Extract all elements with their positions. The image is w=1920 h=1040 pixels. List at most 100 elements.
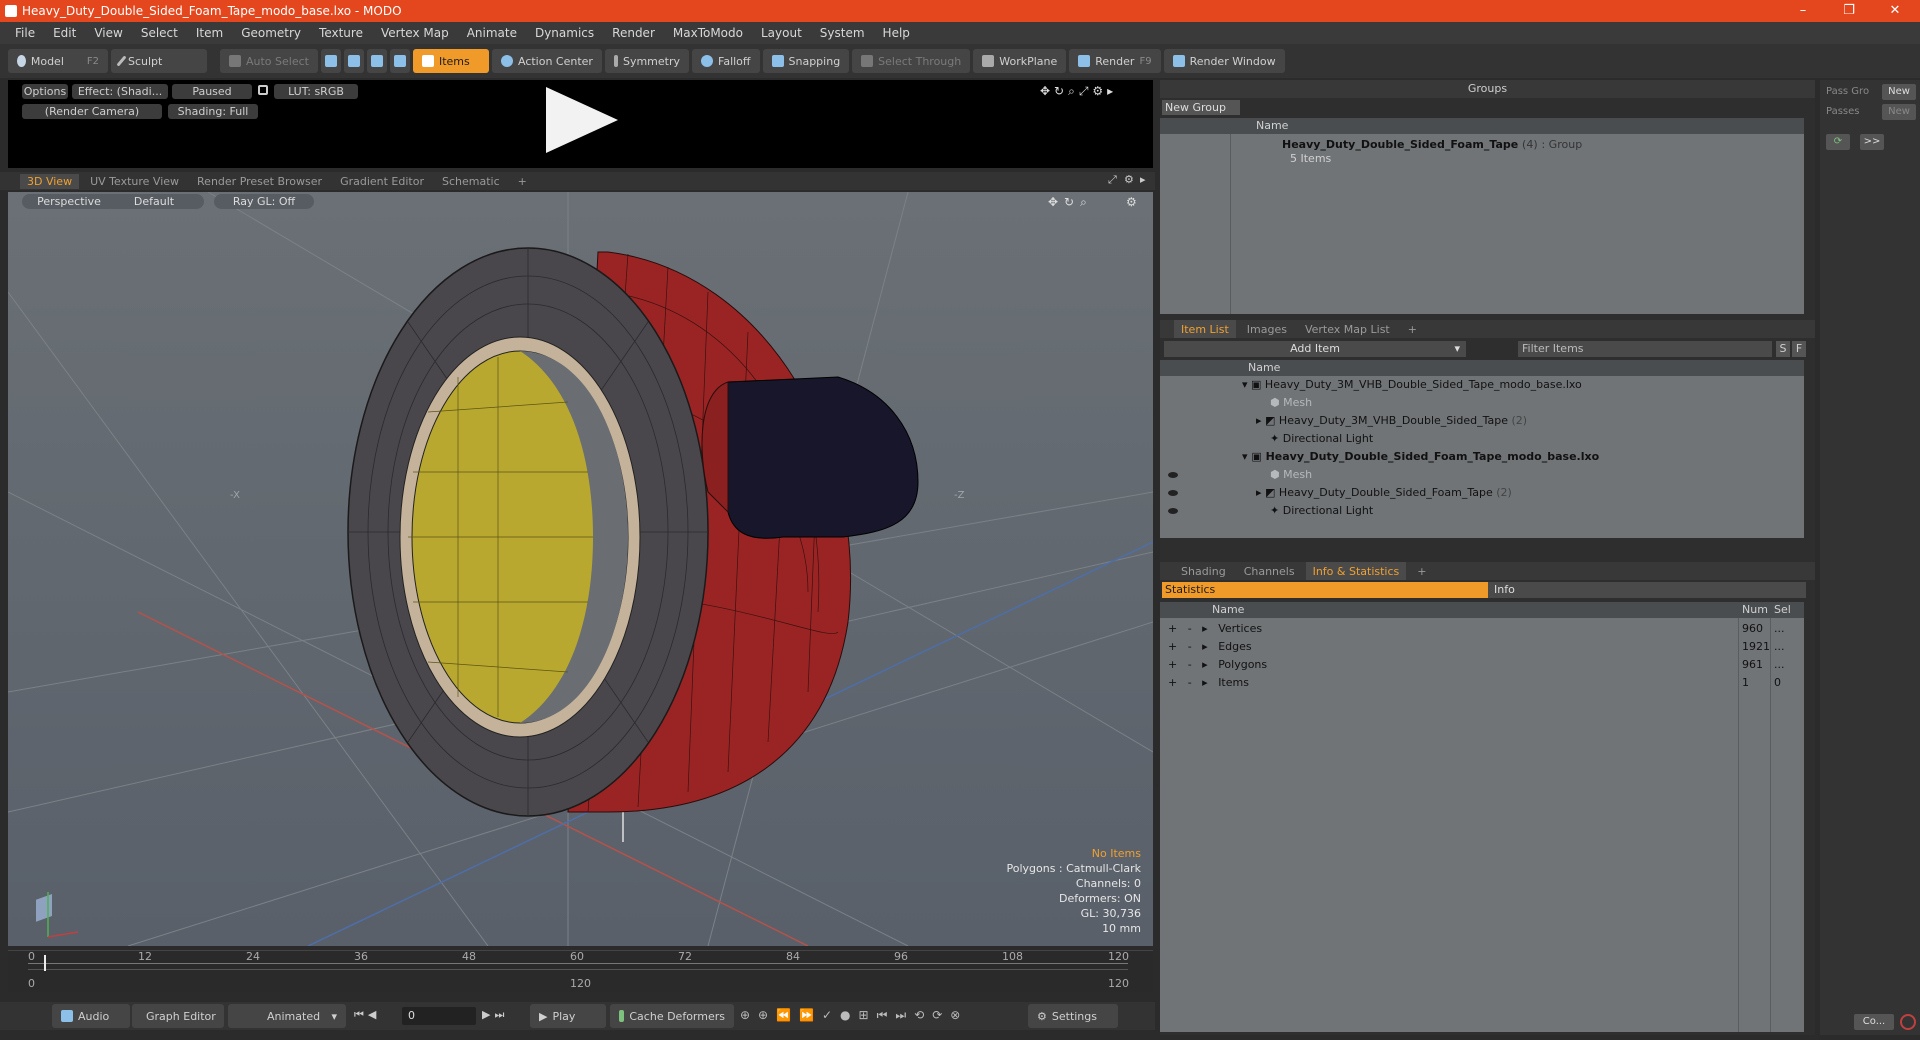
options-button[interactable]: Options — [22, 84, 68, 99]
menu-vertex-map[interactable]: Vertex Map — [381, 26, 449, 40]
restore-button[interactable]: ❐ — [1826, 0, 1872, 22]
shading-dropdown[interactable]: Shading: Full — [168, 104, 258, 119]
tab-render-preset-browser[interactable]: Render Preset Browser — [190, 174, 329, 189]
visibility-eye-icon[interactable] — [1168, 490, 1178, 496]
tab-channels[interactable]: Channels — [1237, 562, 1302, 580]
graph-editor-button[interactable]: Graph Editor — [132, 1004, 224, 1028]
menu-select[interactable]: Select — [141, 26, 178, 40]
menu-dynamics[interactable]: Dynamics — [535, 26, 594, 40]
settings-button[interactable]: ⚙ Settings — [1028, 1004, 1118, 1028]
tape-roll-model[interactable] — [347, 247, 919, 817]
menu-geometry[interactable]: Geometry — [241, 26, 301, 40]
items-mode-button[interactable]: Items — [412, 49, 489, 73]
info-tab[interactable]: Info — [1488, 582, 1806, 598]
menu-maxtomodo[interactable]: MaxToModo — [673, 26, 743, 40]
stats-row-edges[interactable]: + - ▸ Edges 1921... — [1168, 638, 1798, 656]
lock-icon[interactable] — [258, 85, 268, 95]
timeline[interactable]: 0 12 24 36 48 60 72 84 96 108 120 0 120 … — [8, 950, 1153, 992]
tab-vertex-map-list[interactable]: Vertex Map List — [1298, 320, 1397, 338]
refresh-icon[interactable]: ⟳ — [1826, 134, 1850, 150]
menu-render[interactable]: Render — [612, 26, 655, 40]
tab-shading[interactable]: Shading — [1174, 562, 1233, 580]
menu-layout[interactable]: Layout — [761, 26, 802, 40]
maximize-icon[interactable]: ⤢ — [1108, 173, 1117, 187]
list-item-light-2[interactable]: ✦ Directional Light — [1270, 502, 1373, 520]
viewport-nav-icons[interactable]: ✥↻⌕ — [1048, 195, 1093, 210]
expand-button[interactable]: >> — [1860, 134, 1884, 150]
select-materials-button[interactable] — [389, 49, 410, 73]
stop-icon[interactable] — [1900, 1014, 1916, 1030]
record-controls-icons[interactable]: ⊕⊕⏪⏩✓●⊞⏮⏭⟲⟳⊗ — [740, 1008, 968, 1023]
audio-button[interactable]: Audio — [52, 1004, 130, 1028]
symmetry-button[interactable]: Symmetry — [604, 49, 690, 73]
viewport-gear-icon[interactable]: ⚙ — [1126, 195, 1137, 209]
visibility-eye-icon[interactable] — [1168, 508, 1178, 514]
command-input[interactable]: Co... — [1854, 1014, 1894, 1030]
3d-viewport[interactable]: Perspective Default Ray GL: Off ✥↻⌕ ⚙ -X… — [8, 192, 1153, 946]
close-button[interactable]: ✕ — [1872, 0, 1918, 22]
list-item-scene-1[interactable]: ▾ ▣ Heavy_Duty_3M_VHB_Double_Sided_Tape_… — [1242, 376, 1582, 394]
model-mode-button[interactable]: Model F2 — [8, 49, 108, 73]
add-tab-button[interactable]: + — [511, 174, 534, 189]
play-icon[interactable] — [544, 85, 620, 155]
tab-gradient-editor[interactable]: Gradient Editor — [333, 174, 431, 189]
tab-schematic[interactable]: Schematic — [435, 174, 507, 189]
range-end[interactable]: 120 — [1108, 977, 1129, 990]
effect-dropdown[interactable]: Effect: (Shadi... — [72, 84, 168, 99]
select-edges-button[interactable] — [343, 49, 364, 73]
list-item-group-1[interactable]: ▸ ◩ Heavy_Duty_3M_VHB_Double_Sided_Tape … — [1256, 412, 1527, 430]
animated-dropdown[interactable]: Animated ▾ — [228, 1004, 346, 1028]
falloff-button[interactable]: Falloff — [692, 49, 760, 73]
menu-file[interactable]: File — [15, 26, 35, 40]
workplane-button[interactable]: WorkPlane — [973, 49, 1067, 73]
visibility-eye-icon[interactable] — [1168, 472, 1178, 478]
select-polygons-button[interactable] — [366, 49, 387, 73]
range-start[interactable]: 0 — [28, 977, 35, 990]
tab-3d-view[interactable]: 3D View — [20, 173, 80, 189]
list-item-group-2[interactable]: ▸ ◩ Heavy_Duty_Double_Sided_Foam_Tape (2… — [1256, 484, 1512, 502]
minimize-button[interactable]: – — [1780, 0, 1826, 22]
statistics-tab[interactable]: Statistics — [1162, 582, 1488, 598]
add-item-dropdown[interactable]: Add Item ▾ — [1164, 341, 1466, 357]
menu-texture[interactable]: Texture — [319, 26, 363, 40]
tab-uv-texture-view[interactable]: UV Texture View — [83, 174, 186, 189]
menu-help[interactable]: Help — [883, 26, 910, 40]
tab-images[interactable]: Images — [1240, 320, 1294, 338]
preview-nav-icons[interactable]: ✥↻⌕⤢⚙▸ — [1040, 84, 1117, 99]
add-tab-button[interactable]: + — [1401, 320, 1424, 338]
stats-row-polygons[interactable]: + - ▸ Polygons 961... — [1168, 656, 1798, 674]
camera-dropdown[interactable]: (Render Camera) — [22, 104, 162, 119]
lut-dropdown[interactable]: LUT: sRGB — [274, 84, 358, 99]
render-button[interactable]: Render F9 — [1069, 49, 1161, 73]
stats-row-vertices[interactable]: + - ▸ Vertices 960... — [1168, 620, 1798, 638]
new-group-button[interactable]: New Group — [1162, 100, 1240, 115]
select-through-button[interactable]: Select Through — [852, 49, 971, 73]
tab-item-list[interactable]: Item List — [1174, 320, 1236, 338]
auto-select-button[interactable]: Auto Select — [220, 49, 318, 73]
list-item-light-1[interactable]: ✦ Directional Light — [1270, 430, 1373, 448]
paused-button[interactable]: Paused — [172, 84, 252, 99]
list-item-mesh-1[interactable]: ⬢ Mesh — [1270, 394, 1312, 412]
list-item-mesh-2[interactable]: ⬢ Mesh — [1270, 466, 1312, 484]
raygl-dropdown[interactable]: Ray GL: Off — [214, 194, 314, 209]
stats-row-items[interactable]: + - ▸ Items 1 0 — [1168, 674, 1798, 692]
playhead[interactable] — [44, 955, 46, 971]
panel-menu-icon[interactable]: ▸ — [1140, 173, 1146, 186]
gear-icon[interactable]: ⚙ — [1124, 173, 1134, 186]
list-item-scene-2[interactable]: ▾ ▣ Heavy_Duty_Double_Sided_Foam_Tape_mo… — [1242, 448, 1599, 466]
menu-view[interactable]: View — [94, 26, 122, 40]
new-pass-group-button[interactable]: New — [1882, 84, 1916, 100]
frame-input[interactable]: 0 — [402, 1007, 476, 1025]
tab-info-statistics[interactable]: Info & Statistics — [1305, 562, 1407, 580]
prev-key-icons[interactable]: ⏮◀ — [354, 1008, 380, 1022]
menu-edit[interactable]: Edit — [53, 26, 76, 40]
perspective-dropdown[interactable]: Perspective — [22, 194, 116, 209]
style-dropdown[interactable]: Default — [104, 194, 204, 209]
new-pass-button[interactable]: New — [1882, 104, 1916, 120]
next-key-icons[interactable]: ▶⏭ — [482, 1008, 508, 1022]
snapping-button[interactable]: Snapping — [762, 49, 850, 73]
sculpt-mode-button[interactable]: Sculpt — [111, 49, 207, 73]
render-window-button[interactable]: Render Window — [1163, 49, 1285, 73]
select-vertices-button[interactable] — [320, 49, 341, 73]
menu-item[interactable]: Item — [196, 26, 223, 40]
